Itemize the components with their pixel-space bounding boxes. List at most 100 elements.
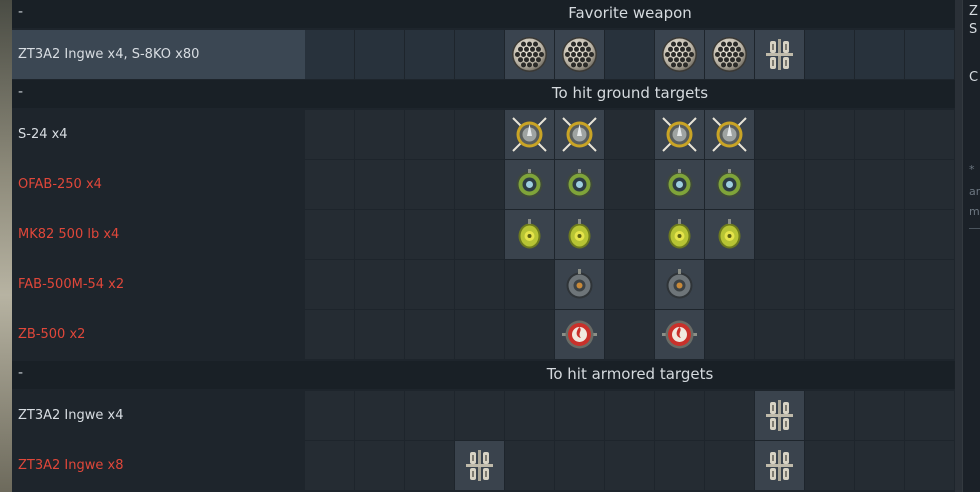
hardpoint-slot[interactable] [655, 260, 704, 309]
hardpoint-slot[interactable] [905, 30, 954, 79]
hardpoint-slot[interactable] [505, 110, 554, 159]
hardpoint-slot[interactable] [455, 260, 504, 309]
hardpoint-slot[interactable] [905, 441, 954, 490]
hardpoint-slot[interactable] [705, 260, 754, 309]
hardpoint-slot[interactable] [555, 260, 604, 309]
hardpoint-slot[interactable] [455, 30, 504, 79]
hardpoint-slot[interactable] [755, 441, 804, 490]
hardpoint-slot[interactable] [405, 160, 454, 209]
hardpoint-slot[interactable] [755, 210, 804, 259]
hardpoint-slot[interactable] [505, 441, 554, 490]
hardpoint-slot[interactable] [455, 210, 504, 259]
weapon-preset-row[interactable]: ZB-500 x2 [12, 310, 955, 359]
hardpoint-slot[interactable] [555, 391, 604, 440]
hardpoint-slot[interactable] [605, 310, 654, 359]
hardpoint-slot[interactable] [405, 391, 454, 440]
hardpoint-slot[interactable] [455, 310, 504, 359]
hardpoint-slot[interactable] [355, 210, 404, 259]
hardpoint-slot[interactable] [655, 391, 704, 440]
hardpoint-slot[interactable] [755, 110, 804, 159]
hardpoint-slot[interactable] [505, 210, 554, 259]
hardpoint-slot[interactable] [305, 441, 354, 490]
hardpoint-slot[interactable] [355, 441, 404, 490]
hardpoint-slot[interactable] [305, 260, 354, 309]
hardpoint-slot[interactable] [355, 110, 404, 159]
hardpoint-slot[interactable] [655, 160, 704, 209]
hardpoint-slot[interactable] [555, 160, 604, 209]
hardpoint-slot[interactable] [805, 391, 854, 440]
hardpoint-slot[interactable] [305, 110, 354, 159]
weapon-preset-row[interactable]: MK82 500 lb x4 [12, 210, 955, 259]
hardpoint-slot[interactable] [805, 160, 854, 209]
hardpoint-slot[interactable] [905, 260, 954, 309]
weapon-preset-row[interactable]: S-24 x4 [12, 110, 955, 159]
hardpoint-slot[interactable] [655, 110, 704, 159]
hardpoint-slot[interactable] [555, 441, 604, 490]
hardpoint-slot[interactable] [355, 391, 404, 440]
hardpoint-slot[interactable] [905, 110, 954, 159]
hardpoint-slot[interactable] [605, 260, 654, 309]
hardpoint-slot[interactable] [855, 260, 904, 309]
hardpoint-slot[interactable] [755, 391, 804, 440]
hardpoint-slot[interactable] [705, 391, 754, 440]
hardpoint-slot[interactable] [855, 441, 904, 490]
hardpoint-slot[interactable] [405, 310, 454, 359]
hardpoint-slot[interactable] [905, 391, 954, 440]
hardpoint-slot[interactable] [855, 310, 904, 359]
hardpoint-slot[interactable] [805, 260, 854, 309]
hardpoint-slot[interactable] [505, 391, 554, 440]
hardpoint-slot[interactable] [705, 310, 754, 359]
hardpoint-slot[interactable] [355, 160, 404, 209]
hardpoint-slot[interactable] [405, 260, 454, 309]
hardpoint-slot[interactable] [305, 391, 354, 440]
hardpoint-slot[interactable] [605, 160, 654, 209]
hardpoint-slot[interactable] [805, 30, 854, 79]
hardpoint-slot[interactable] [855, 391, 904, 440]
hardpoint-slot[interactable] [505, 160, 554, 209]
hardpoint-slot[interactable] [455, 160, 504, 209]
weapon-preset-row[interactable]: ZT3A2 Ingwe x8 [12, 441, 955, 490]
hardpoint-slot[interactable] [705, 441, 754, 490]
hardpoint-slot[interactable] [355, 260, 404, 309]
hardpoint-slot[interactable] [905, 210, 954, 259]
hardpoint-slot[interactable] [405, 441, 454, 490]
weapon-preset-row[interactable]: FAB-500M-54 x2 [12, 260, 955, 309]
hardpoint-slot[interactable] [755, 30, 804, 79]
hardpoint-slot[interactable] [605, 210, 654, 259]
hardpoint-slot[interactable] [905, 160, 954, 209]
hardpoint-slot[interactable] [455, 391, 504, 440]
hardpoint-slot[interactable] [755, 160, 804, 209]
hardpoint-slot[interactable] [355, 310, 404, 359]
hardpoint-slot[interactable] [905, 310, 954, 359]
hardpoint-slot[interactable] [355, 30, 404, 79]
hardpoint-slot[interactable] [655, 441, 704, 490]
hardpoint-slot[interactable] [305, 310, 354, 359]
hardpoint-slot[interactable] [705, 210, 754, 259]
hardpoint-slot[interactable] [405, 110, 454, 159]
hardpoint-slot[interactable] [705, 110, 754, 159]
hardpoint-slot[interactable] [305, 160, 354, 209]
hardpoint-slot[interactable] [755, 260, 804, 309]
hardpoint-slot[interactable] [555, 310, 604, 359]
hardpoint-slot[interactable] [305, 30, 354, 79]
hardpoint-slot[interactable] [655, 210, 704, 259]
hardpoint-slot[interactable] [305, 210, 354, 259]
hardpoint-slot[interactable] [705, 30, 754, 79]
hardpoint-slot[interactable] [605, 441, 654, 490]
hardpoint-slot[interactable] [555, 110, 604, 159]
hardpoint-slot[interactable] [455, 110, 504, 159]
hardpoint-slot[interactable] [655, 310, 704, 359]
hardpoint-slot[interactable] [805, 110, 854, 159]
hardpoint-slot[interactable] [755, 310, 804, 359]
hardpoint-slot[interactable] [705, 160, 754, 209]
hardpoint-slot[interactable] [405, 210, 454, 259]
hardpoint-slot[interactable] [805, 210, 854, 259]
hardpoint-slot[interactable] [655, 30, 704, 79]
weapon-preset-row[interactable]: ZT3A2 Ingwe x4, S-8KO x80 [12, 30, 955, 79]
hardpoint-slot[interactable] [505, 260, 554, 309]
hardpoint-slot[interactable] [555, 210, 604, 259]
hardpoint-slot[interactable] [805, 310, 854, 359]
weapon-preset-row[interactable]: ZT3A2 Ingwe x4 [12, 391, 955, 440]
hardpoint-slot[interactable] [855, 30, 904, 79]
hardpoint-slot[interactable] [555, 30, 604, 79]
